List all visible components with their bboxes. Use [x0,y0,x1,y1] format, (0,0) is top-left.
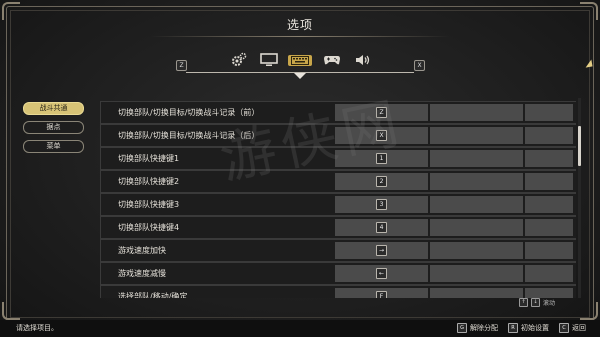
keybinding-row[interactable]: 切换部队快捷键3 3 [100,193,576,216]
reset-defaults-key: R [508,323,518,333]
binding-slot-tertiary[interactable] [525,173,573,190]
bound-key: 2 [376,176,387,187]
binding-slot-tertiary[interactable] [525,150,573,167]
reset-defaults-label: 初始设置 [521,324,549,332]
back-key: C [559,323,569,333]
bound-key: 3 [376,199,387,210]
back-button[interactable]: C 返回 [559,323,586,333]
tab-prev-key[interactable]: Z [176,60,187,71]
scroll-hint-label: 滚动 [543,300,556,307]
page-title: 选项 [286,18,313,32]
bound-key: F [376,291,387,298]
binding-slot-tertiary[interactable] [525,288,573,298]
footer-bar: 请选择项目。 G 解除分配 R 初始设置 C 返回 [0,320,600,337]
tab-audio[interactable] [351,52,375,68]
binding-slot-secondary[interactable] [430,104,523,121]
keybinding-label: 切换部队快捷键2 [118,177,180,186]
keybinding-label: 选择部队/移动/确定 [118,292,188,298]
tab-display[interactable] [257,52,281,68]
binding-slot-tertiary[interactable] [525,104,573,121]
keybinding-label: 游戏速度加快 [118,246,166,255]
bound-key: → [376,245,387,256]
binding-slot-tertiary[interactable] [525,242,573,259]
binding-slot-tertiary[interactable] [525,196,573,213]
binding-slot-secondary[interactable] [430,265,523,282]
footer-actions: G 解除分配 R 初始设置 C 返回 [457,323,586,333]
reset-defaults-button[interactable]: R 初始设置 [508,323,549,333]
scrollbar-thumb[interactable] [578,126,581,166]
bound-key: 4 [376,222,387,233]
keybinding-label: 切换部队快捷键1 [118,154,180,163]
keybinding-row[interactable]: 游戏速度加快 → [100,239,576,262]
side-menu-base[interactable]: 据点 [23,121,84,134]
side-menu-menu[interactable]: 菜单 [23,140,84,153]
binding-slot-secondary[interactable] [430,242,523,259]
keybinding-label: 游戏速度减慢 [118,269,166,278]
scroll-up-key: ↑ [519,298,528,307]
binding-slot-tertiary[interactable] [525,219,573,236]
bound-key: ← [376,268,387,279]
back-label: 返回 [572,324,586,332]
binding-slot-tertiary[interactable] [525,127,573,144]
binding-slot-secondary[interactable] [430,219,523,236]
gears-icon [232,52,247,66]
keybinding-label: 切换部队快捷键4 [118,223,180,232]
speaker-icon [356,55,370,65]
frame-corner-ornament [580,302,598,320]
binding-slot-tertiary[interactable] [525,265,573,282]
tab-controller[interactable] [320,52,344,68]
tab-next-key[interactable]: X [414,60,425,71]
scroll-down-key: ↓ [531,298,540,307]
binding-slot-secondary[interactable] [430,288,523,298]
unassign-key: G [457,323,467,333]
binding-slot-secondary[interactable] [430,150,523,167]
keybinding-row[interactable]: 选择部队/移动/确定 F [100,285,576,298]
unassign-button[interactable]: G 解除分配 [457,323,498,333]
scroll-hint: ↑ ↓ 滚动 [519,298,555,307]
keybinding-row[interactable]: 切换部队快捷键4 4 [100,216,576,239]
tab-keyboard[interactable] [288,55,312,66]
unassign-label: 解除分配 [470,324,498,332]
status-text: 请选择项目。 [16,324,58,332]
binding-slot-secondary[interactable] [430,127,523,144]
keybinding-row[interactable]: 切换部队快捷键2 2 [100,170,576,193]
monitor-icon [260,53,278,66]
tab-gameplay[interactable] [227,52,251,68]
keyboard-icon [291,56,309,65]
binding-slot-secondary[interactable] [430,196,523,213]
side-menu-battle-common[interactable]: 战斗共通 [23,102,84,115]
keybinding-label: 切换部队快捷键3 [118,200,180,209]
active-tab-pointer [294,73,306,79]
binding-slot-secondary[interactable] [430,173,523,190]
frame-corner-ornament [2,302,20,320]
gamepad-icon [324,56,340,65]
keybinding-row[interactable]: 游戏速度减慢 ← [100,262,576,285]
title-divider [150,36,450,37]
